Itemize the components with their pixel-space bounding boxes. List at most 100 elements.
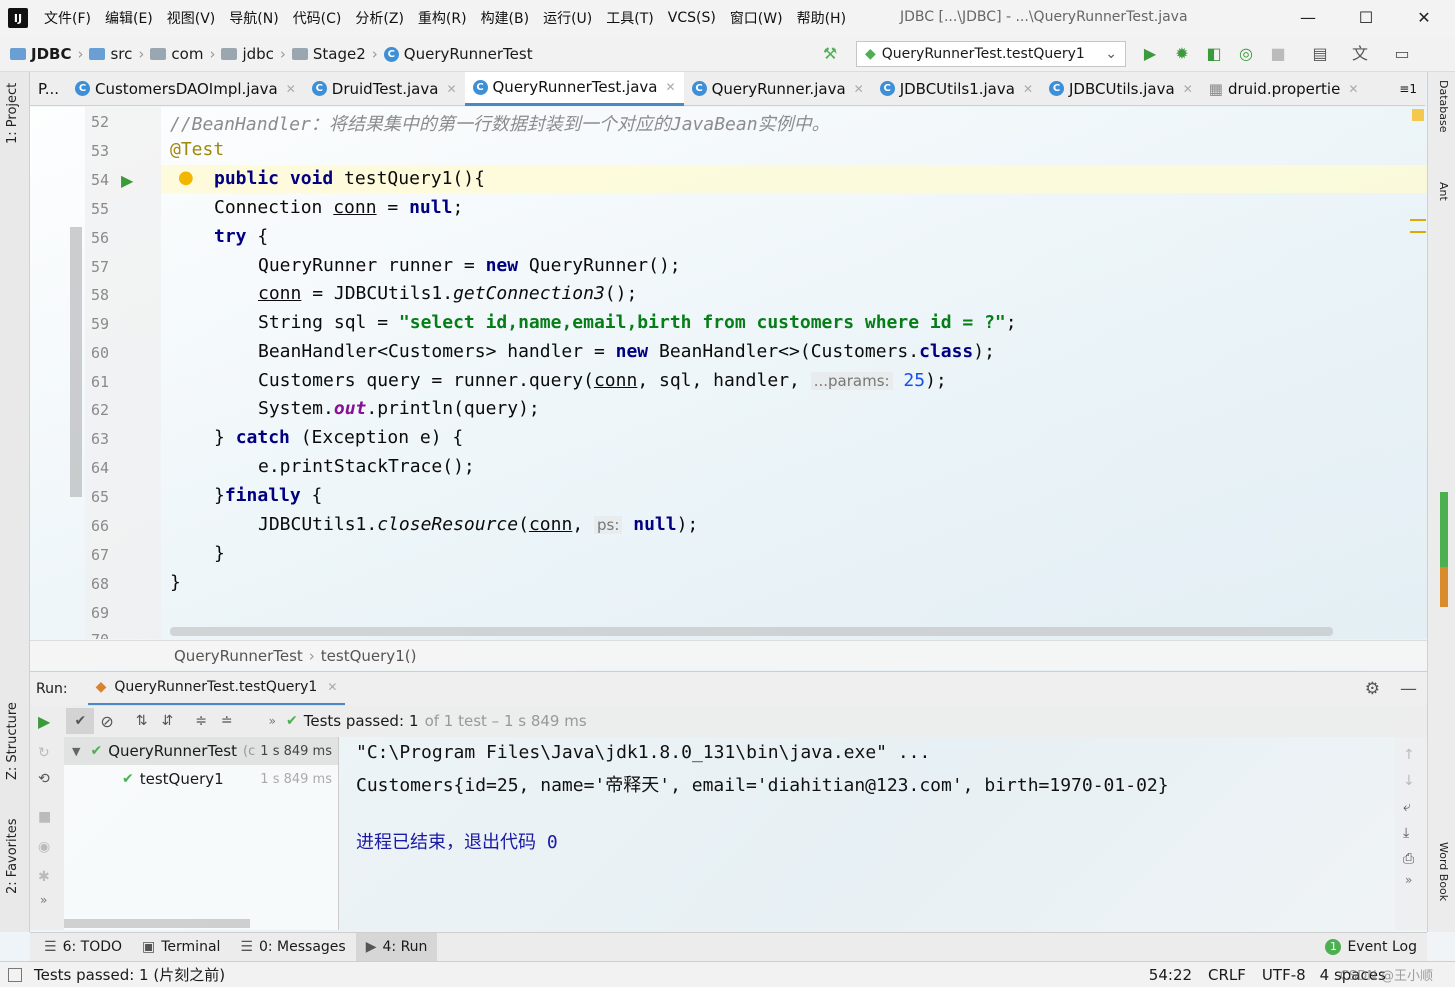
- presentation-icon[interactable]: ▭: [1392, 44, 1412, 64]
- more-icon[interactable]: »: [40, 893, 64, 907]
- tool-windows-toggle-icon[interactable]: [8, 967, 22, 982]
- tree-item-test[interactable]: ✔ testQuery1 1 s 849 ms: [64, 765, 338, 793]
- project-tool-tab[interactable]: 1: Project: [5, 83, 20, 144]
- tool-tab-run[interactable]: ▶ 4: Run: [355, 932, 438, 962]
- rerun-failed-icon[interactable]: ↻: [38, 745, 64, 761]
- maximize-button[interactable]: ☐: [1354, 6, 1378, 30]
- crumb-class[interactable]: QueryRunnerTest: [404, 45, 533, 63]
- debug-icon[interactable]: ✹: [1172, 44, 1192, 64]
- menu-vcs[interactable]: VCS(S): [668, 10, 716, 26]
- screenshot-icon[interactable]: ◉: [38, 839, 64, 855]
- menu-tools[interactable]: 工具(T): [606, 8, 653, 28]
- menu-window[interactable]: 窗口(W): [730, 8, 783, 28]
- menu-navigate[interactable]: 导航(N): [229, 8, 278, 28]
- show-ignored-icon[interactable]: ⊘: [100, 712, 113, 731]
- inspection-status-icon[interactable]: [1412, 109, 1424, 121]
- tab-queryrunnertest[interactable]: C QueryRunnerTest.java ✕: [464, 71, 684, 106]
- wordbook-tool-tab[interactable]: Word Book: [1437, 842, 1450, 901]
- menu-code[interactable]: 代码(C): [293, 8, 342, 28]
- tab-druidtest[interactable]: C DruidTest.java ✕: [304, 72, 465, 106]
- hide-panel-icon[interactable]: —: [1400, 679, 1417, 699]
- more-icon[interactable]: »: [269, 714, 276, 728]
- close-button[interactable]: ✕: [1412, 6, 1436, 30]
- menu-analyze[interactable]: 分析(Z): [355, 8, 404, 28]
- caret-position[interactable]: 54:22: [1149, 966, 1192, 984]
- translate-icon[interactable]: 文: [1350, 44, 1370, 64]
- tool-tab-todo[interactable]: ☰ 6: TODO: [34, 933, 132, 962]
- more-icon[interactable]: »: [1405, 873, 1427, 887]
- code-editor[interactable]: 52 53 54 55 56 57 58 59 60 61 62 63 64 6…: [30, 107, 1427, 639]
- coverage-icon[interactable]: ◧: [1204, 44, 1224, 64]
- menu-view[interactable]: 视图(V): [167, 8, 216, 28]
- tool-tab-terminal[interactable]: ▣ Terminal: [132, 933, 230, 962]
- tree-horizontal-scrollbar[interactable]: [64, 919, 250, 928]
- breadcrumb-method[interactable]: testQuery1(): [321, 647, 417, 665]
- structure-tool-tab[interactable]: Z: Structure: [5, 702, 20, 780]
- tab-queryrunner[interactable]: C QueryRunner.java ✕: [684, 72, 872, 106]
- collapse-all-icon[interactable]: ≐: [221, 713, 233, 729]
- gear-icon[interactable]: ⚙: [1365, 679, 1380, 699]
- close-icon[interactable]: ✕: [666, 80, 676, 94]
- tabs-overflow-button[interactable]: ≡1: [1391, 72, 1425, 106]
- favorites-tool-tab[interactable]: 2: Favorites: [5, 818, 20, 894]
- stop-icon[interactable]: ■: [1268, 44, 1288, 64]
- soft-wrap-icon[interactable]: ⤶: [1403, 799, 1427, 815]
- close-icon[interactable]: ✕: [327, 680, 337, 694]
- sort-duration-icon[interactable]: ⇵: [161, 713, 173, 729]
- profile-icon[interactable]: ◎: [1236, 44, 1256, 64]
- event-log-button[interactable]: 1 Event Log: [1315, 933, 1427, 962]
- tab-customersdaoimpl[interactable]: C CustomersDAOImpl.java ✕: [67, 72, 304, 106]
- crumb-src[interactable]: src: [110, 45, 132, 63]
- close-icon[interactable]: ✕: [1348, 82, 1358, 96]
- breadcrumb-class[interactable]: QueryRunnerTest: [174, 647, 303, 665]
- menu-build[interactable]: 构建(B): [481, 8, 530, 28]
- minimize-button[interactable]: —: [1296, 6, 1320, 30]
- tab-project[interactable]: P...: [30, 72, 67, 106]
- run-icon[interactable]: ▶: [1140, 44, 1160, 64]
- tree-item-class[interactable]: ▼ ✔ QueryRunnerTest (c 1 s 849 ms: [64, 737, 338, 765]
- show-passed-toggle[interactable]: ✔: [66, 708, 95, 734]
- scroll-to-end-icon[interactable]: ⤓: [1403, 825, 1427, 841]
- menu-run[interactable]: 运行(U): [543, 8, 592, 28]
- crumb-com[interactable]: com: [171, 45, 203, 63]
- up-arrow-icon[interactable]: ↑: [1403, 747, 1427, 763]
- close-icon[interactable]: ✕: [1023, 82, 1033, 96]
- close-icon[interactable]: ✕: [1183, 82, 1193, 96]
- menu-file[interactable]: 文件(F): [44, 8, 91, 28]
- tool-tab-messages[interactable]: ☰ 0: Messages: [230, 933, 355, 962]
- expand-all-icon[interactable]: ≑: [195, 713, 207, 729]
- close-icon[interactable]: ✕: [286, 82, 296, 96]
- close-icon[interactable]: ✕: [854, 82, 864, 96]
- file-encoding[interactable]: UTF-8: [1262, 966, 1306, 984]
- project-panel-scrollbar[interactable]: [70, 227, 82, 497]
- menu-refactor[interactable]: 重构(R): [418, 8, 467, 28]
- crumb-jdbc[interactable]: jdbc: [242, 45, 273, 63]
- run-configuration-select[interactable]: ◆ QueryRunnerTest.testQuery1 ⌄: [856, 41, 1126, 67]
- sort-alpha-icon[interactable]: ⇅: [136, 713, 148, 729]
- console-output[interactable]: "C:\Program Files\Java\jdk1.8.0_131\bin\…: [340, 737, 1395, 930]
- down-arrow-icon[interactable]: ↓: [1403, 773, 1427, 789]
- menu-help[interactable]: 帮助(H): [797, 8, 846, 28]
- crumb-stage2[interactable]: Stage2: [313, 45, 366, 63]
- database-tool-tab[interactable]: Database: [1437, 80, 1450, 133]
- tab-druid-properties[interactable]: ▦ druid.propertie ✕: [1201, 72, 1367, 106]
- line-separator[interactable]: CRLF: [1208, 966, 1246, 984]
- close-icon[interactable]: ✕: [446, 82, 456, 96]
- menu-edit[interactable]: 编辑(E): [105, 8, 153, 28]
- rerun-icon[interactable]: ▶: [38, 712, 50, 731]
- tab-jdbcutils1[interactable]: C JDBCUtils1.java ✕: [872, 72, 1041, 106]
- crumb-project[interactable]: JDBC: [31, 45, 71, 63]
- build-hammer-icon[interactable]: ⚒: [820, 44, 840, 64]
- warning-marker-icon[interactable]: [1410, 219, 1426, 233]
- settings-icon[interactable]: ✱: [38, 869, 64, 885]
- stop-icon[interactable]: ■: [38, 809, 64, 825]
- toggle-autotest-icon[interactable]: ⟲: [38, 771, 64, 787]
- ant-tool-tab[interactable]: Ant: [1437, 182, 1450, 201]
- print-icon[interactable]: ⎙: [1403, 851, 1427, 867]
- run-test-gutter-icon[interactable]: ▶: [121, 171, 133, 190]
- tab-jdbcutils[interactable]: C JDBCUtils.java ✕: [1041, 72, 1201, 106]
- project-structure-icon[interactable]: ▤: [1310, 44, 1330, 64]
- lightbulb-icon[interactable]: ●: [178, 167, 194, 188]
- run-tab[interactable]: ◆ QueryRunnerTest.testQuery1 ✕: [87, 672, 346, 706]
- horizontal-scrollbar[interactable]: [170, 627, 1333, 636]
